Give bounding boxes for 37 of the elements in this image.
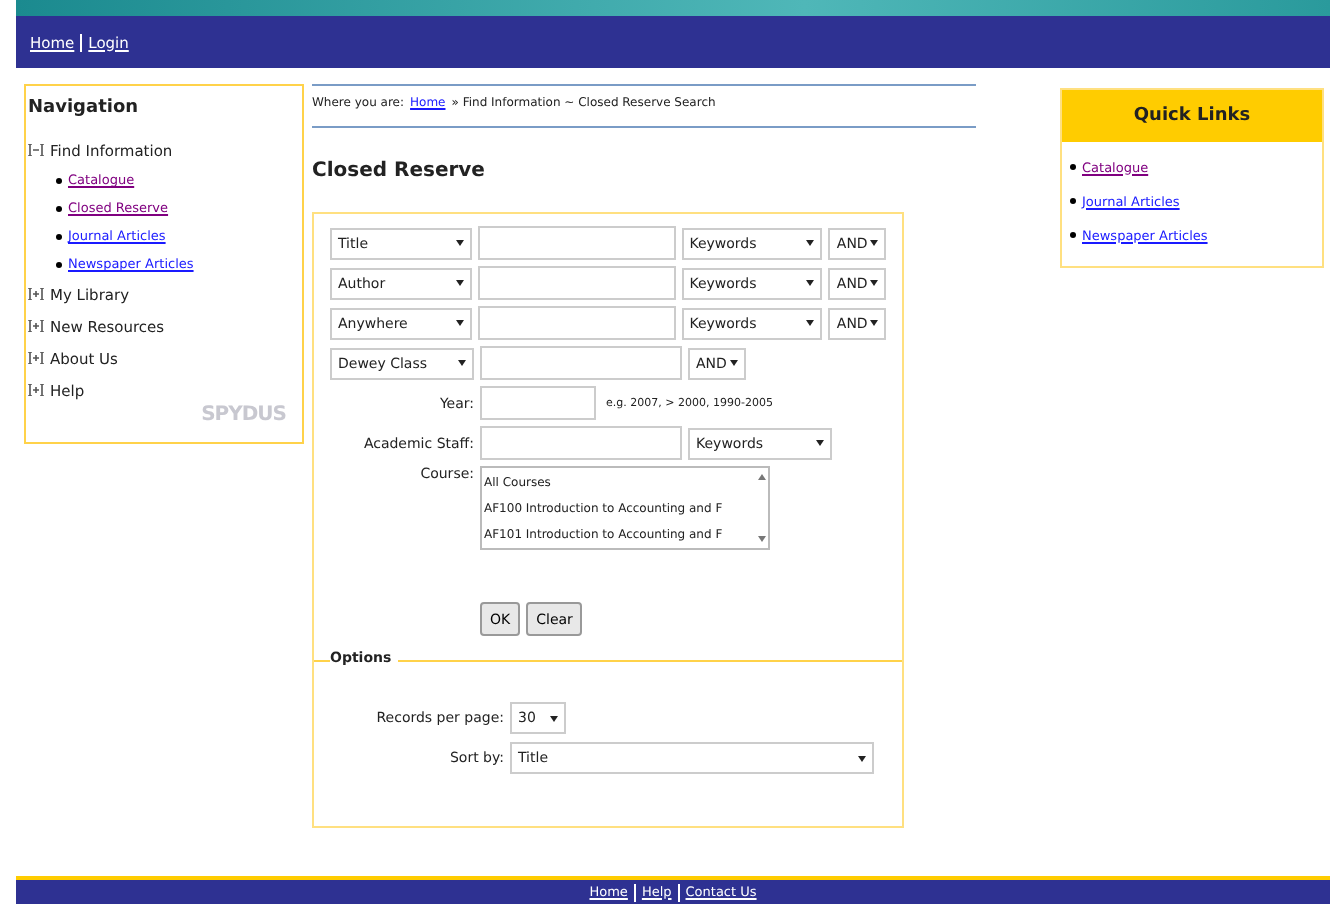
bullet-icon — [56, 177, 62, 183]
expand-icon[interactable] — [28, 288, 44, 300]
academic-staff-input[interactable] — [480, 426, 682, 460]
caret-icon — [730, 360, 738, 366]
caret-icon — [455, 320, 464, 326]
caret-icon — [816, 440, 824, 446]
caret-icon — [458, 360, 466, 366]
search-input[interactable] — [477, 226, 676, 260]
caret-icon — [869, 240, 878, 246]
navigation-title: Navigation — [28, 98, 141, 118]
search-input[interactable] — [480, 346, 682, 380]
search-input[interactable] — [477, 266, 676, 300]
caret-icon — [869, 320, 878, 326]
caret-icon — [858, 755, 866, 761]
scroll-down-icon[interactable] — [757, 536, 765, 542]
expand-icon[interactable] — [28, 384, 44, 396]
bullet-icon — [1070, 198, 1076, 204]
caret-icon — [455, 240, 464, 246]
collapse-icon[interactable] — [28, 144, 44, 156]
expand-icon[interactable] — [28, 320, 44, 332]
scroll-up-icon[interactable] — [757, 474, 765, 480]
search-input[interactable] — [477, 306, 676, 340]
caret-icon — [869, 280, 878, 286]
bullet-icon — [1070, 232, 1076, 238]
year-input[interactable] — [480, 386, 596, 420]
bullet-icon — [56, 261, 62, 267]
bullet-icon — [56, 233, 62, 239]
expand-icon[interactable] — [28, 352, 44, 364]
bullet-icon — [1070, 164, 1076, 170]
caret-icon — [550, 715, 558, 721]
quick-links-title: Quick Links — [1062, 90, 1322, 142]
caret-icon — [806, 240, 815, 246]
caret-icon — [806, 280, 815, 286]
caret-icon — [455, 280, 464, 286]
caret-icon — [806, 320, 815, 326]
bullet-icon — [56, 205, 62, 211]
page-heading: Closed Reserve — [312, 160, 487, 182]
